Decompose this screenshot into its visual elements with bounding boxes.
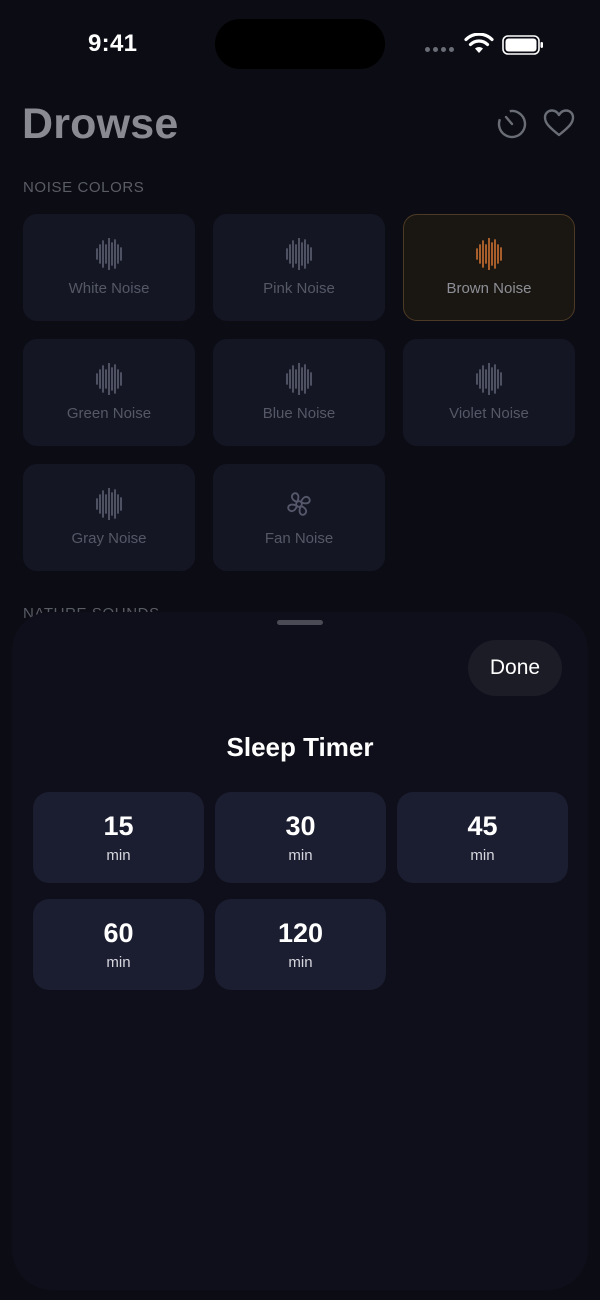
- timer-option-value: 60: [103, 918, 134, 948]
- timer-option-button[interactable]: 30 min: [215, 792, 386, 883]
- sheet-grabber[interactable]: [277, 620, 323, 625]
- timer-option-button[interactable]: 15 min: [33, 792, 204, 883]
- app-screen: 9:41 Drowse NOISE COLORS White Noise Pink…: [0, 0, 600, 1300]
- timer-option-unit: min: [470, 847, 495, 864]
- noise-tile[interactable]: Brown Noise: [403, 214, 575, 321]
- heart-icon[interactable]: [542, 107, 576, 139]
- timer-option-unit: min: [288, 847, 313, 864]
- timer-option-value: 45: [467, 811, 498, 841]
- sleep-timer-sheet: Done Sleep Timer 15 min 30 min 45 min 60 min 120…: [12, 612, 588, 1290]
- noise-tile[interactable]: Pink Noise: [213, 214, 385, 321]
- noise-tile-label: White Noise: [68, 280, 150, 297]
- cellular-signal-icon: [425, 47, 454, 52]
- timer-option-value: 15: [103, 811, 134, 841]
- timer-option-button[interactable]: 45 min: [397, 792, 568, 883]
- timer-option-button[interactable]: 60 min: [33, 899, 204, 990]
- timer-option-value: 30: [285, 811, 316, 841]
- noise-tile[interactable]: Gray Noise: [23, 464, 195, 571]
- timer-options-grid: 15 min 30 min 45 min 60 min 120 min: [33, 792, 568, 990]
- status-bar: 9:41: [0, 0, 600, 90]
- noise-tile[interactable]: Green Noise: [23, 339, 195, 446]
- timer-icon[interactable]: [495, 106, 529, 140]
- noise-tile[interactable]: White Noise: [23, 214, 195, 321]
- noise-tile[interactable]: Violet Noise: [403, 339, 575, 446]
- wifi-icon: [464, 33, 494, 53]
- status-time: 9:41: [88, 30, 138, 57]
- timer-option-unit: min: [106, 847, 131, 864]
- noise-tile[interactable]: Fan Noise: [213, 464, 385, 571]
- fan-icon: [287, 492, 311, 516]
- waveform-icon: [286, 238, 312, 270]
- waveform-icon: [96, 363, 122, 395]
- noise-tile-label: Pink Noise: [263, 280, 335, 297]
- waveform-icon: [476, 238, 502, 270]
- noise-tile-grid: White Noise Pink Noise Brown Noise Green No…: [23, 214, 578, 571]
- noise-tile[interactable]: Blue Noise: [213, 339, 385, 446]
- waveform-icon: [96, 488, 122, 520]
- noise-tile-label: Brown Noise: [446, 280, 532, 297]
- timer-option-value: 120: [277, 918, 324, 948]
- waveform-icon: [476, 363, 502, 395]
- dynamic-island: [215, 19, 385, 69]
- waveform-icon: [286, 363, 312, 395]
- waveform-icon: [96, 238, 122, 270]
- noise-tile-label: Blue Noise: [262, 405, 336, 422]
- timer-option-unit: min: [288, 954, 313, 971]
- timer-option-unit: min: [106, 954, 131, 971]
- section-label-noise-colors: NOISE COLORS: [23, 179, 145, 196]
- battery-icon: [502, 35, 543, 55]
- noise-tile-label: Green Noise: [66, 405, 152, 422]
- timer-option-button[interactable]: 120 min: [215, 899, 386, 990]
- sheet-title: Sleep Timer: [226, 732, 374, 762]
- noise-tile-label: Fan Noise: [264, 530, 334, 547]
- done-button[interactable]: Done: [468, 640, 562, 696]
- app-title: Drowse: [22, 100, 179, 148]
- noise-tile-label: Violet Noise: [449, 405, 529, 422]
- noise-tile-label: Gray Noise: [71, 530, 147, 547]
